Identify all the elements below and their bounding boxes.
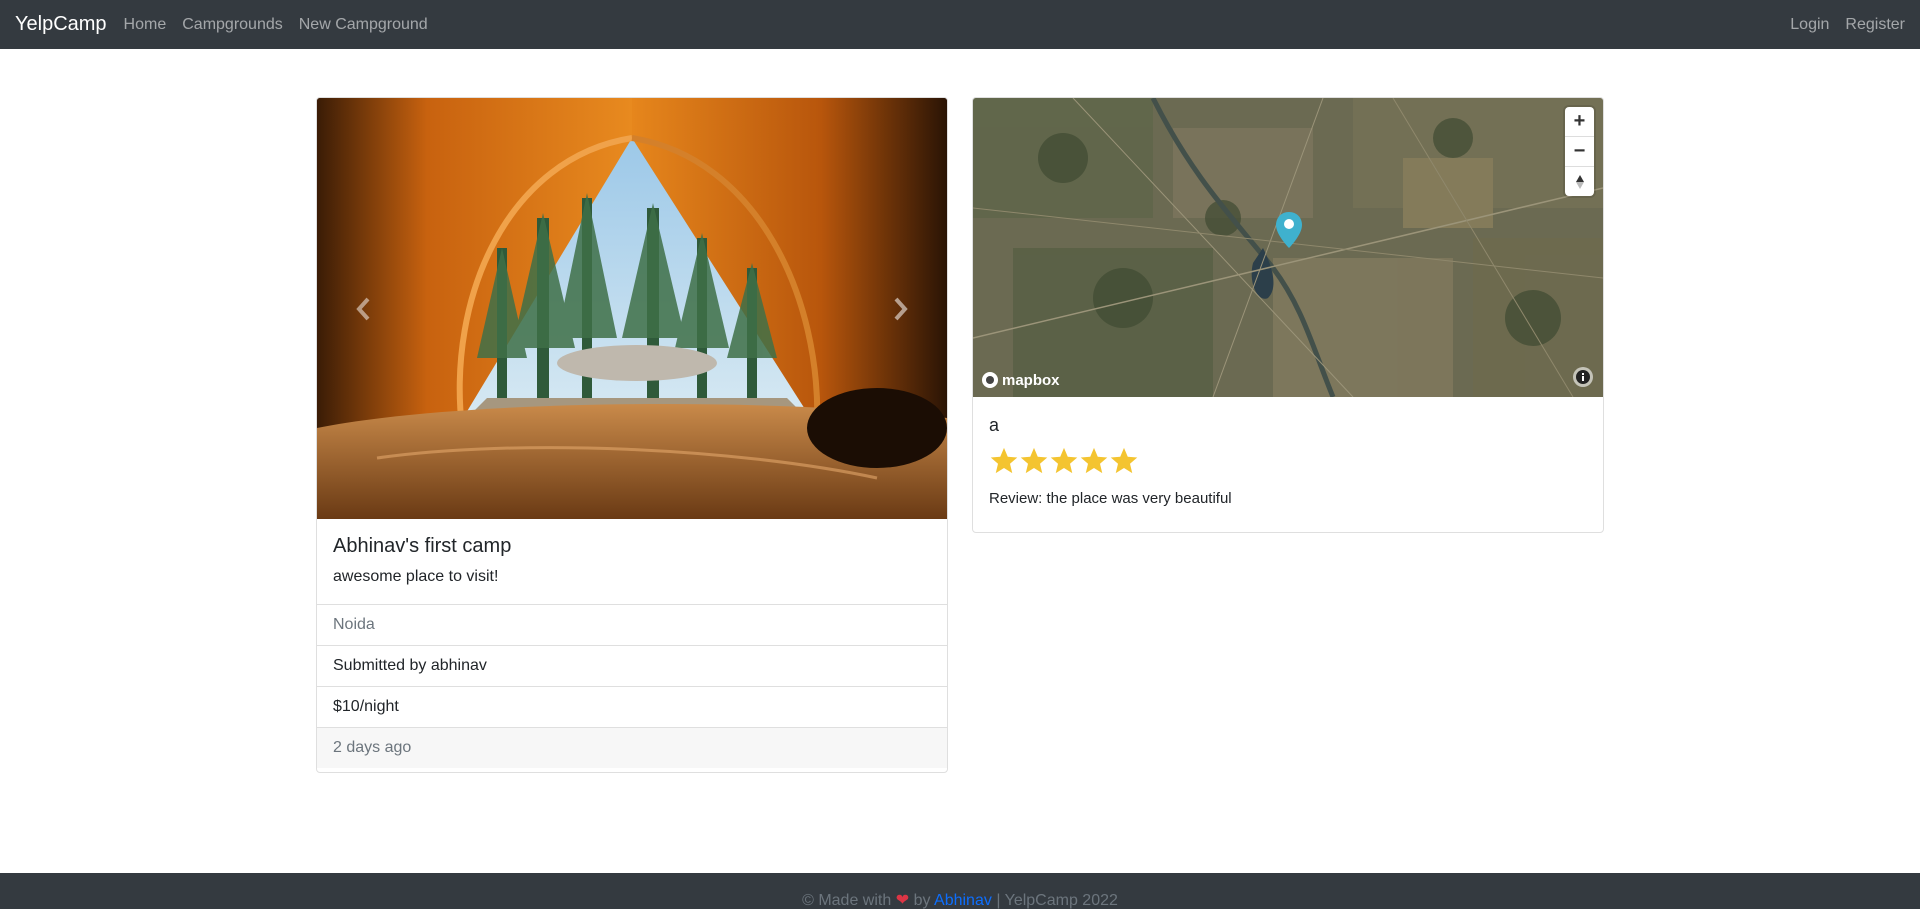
chevron-left-icon [356,297,370,320]
location-marker-icon[interactable] [1275,211,1303,249]
carousel-next-button[interactable] [881,289,921,329]
mapbox-logo-text: mapbox [1002,371,1060,389]
star-icon [1080,447,1108,474]
campground-timestamp: 2 days ago [317,728,947,768]
review-star-rating [989,446,1587,476]
review-card-body: a Review: the place was very beautiful [973,397,1603,523]
star-icon [1110,447,1138,474]
map-review-card: + − mapbox a Review: the place was very … [972,97,1604,533]
nav-home-link[interactable]: Home [116,16,175,34]
info-icon [1576,370,1590,384]
campground-image-carousel [317,98,947,519]
map-zoom-controls: + − [1565,107,1594,196]
campground-title: Abhinav's first camp [333,535,512,557]
zoom-in-button[interactable]: + [1565,107,1594,137]
nav-new-campground-link[interactable]: New Campground [291,16,436,34]
campground-map[interactable]: + − mapbox [973,98,1603,397]
mapbox-logo[interactable]: mapbox [981,371,1060,389]
campground-photo [317,98,947,519]
heart-icon: ❤ [895,892,910,909]
footer-prefix: © Made with [802,892,892,909]
star-icon [990,447,1018,474]
carousel-prev-button[interactable] [343,289,383,329]
nav-login-link[interactable]: Login [1782,16,1837,34]
footer-suffix: | YelpCamp 2022 [996,892,1118,909]
review-text: Review: the place was very beautiful [989,490,1232,507]
mapbox-icon [982,372,998,388]
footer-by: by [913,892,931,909]
campground-author: Submitted by abhinav [317,646,947,687]
nav-auth-links: Login Register [1782,16,1913,34]
star-icon [1050,447,1078,474]
campground-price: $10/night [317,687,947,728]
brand-link[interactable]: YelpCamp [15,13,107,36]
compass-icon [1575,174,1584,189]
map-attribution-button[interactable] [1573,367,1593,387]
star-icon [1020,447,1048,474]
page-footer: © Made with ❤ by Abhinav | YelpCamp 2022 [0,873,1920,909]
compass-button[interactable] [1565,167,1594,196]
campground-location: Noida [317,605,947,646]
campground-card-body: Abhinav's first camp awesome place to vi… [317,519,947,605]
nav-campgrounds-link[interactable]: Campgrounds [174,16,291,34]
review-title: a [989,415,1000,435]
navbar: YelpCamp Home Campgrounds New Campground… [0,0,1920,49]
nav-register-link[interactable]: Register [1837,16,1913,34]
campground-description: awesome place to visit! [333,568,499,585]
campground-card: Abhinav's first camp awesome place to vi… [316,97,948,773]
zoom-out-button[interactable]: − [1565,137,1594,167]
footer-author-link[interactable]: Abhinav [934,892,992,909]
chevron-right-icon [894,297,908,320]
